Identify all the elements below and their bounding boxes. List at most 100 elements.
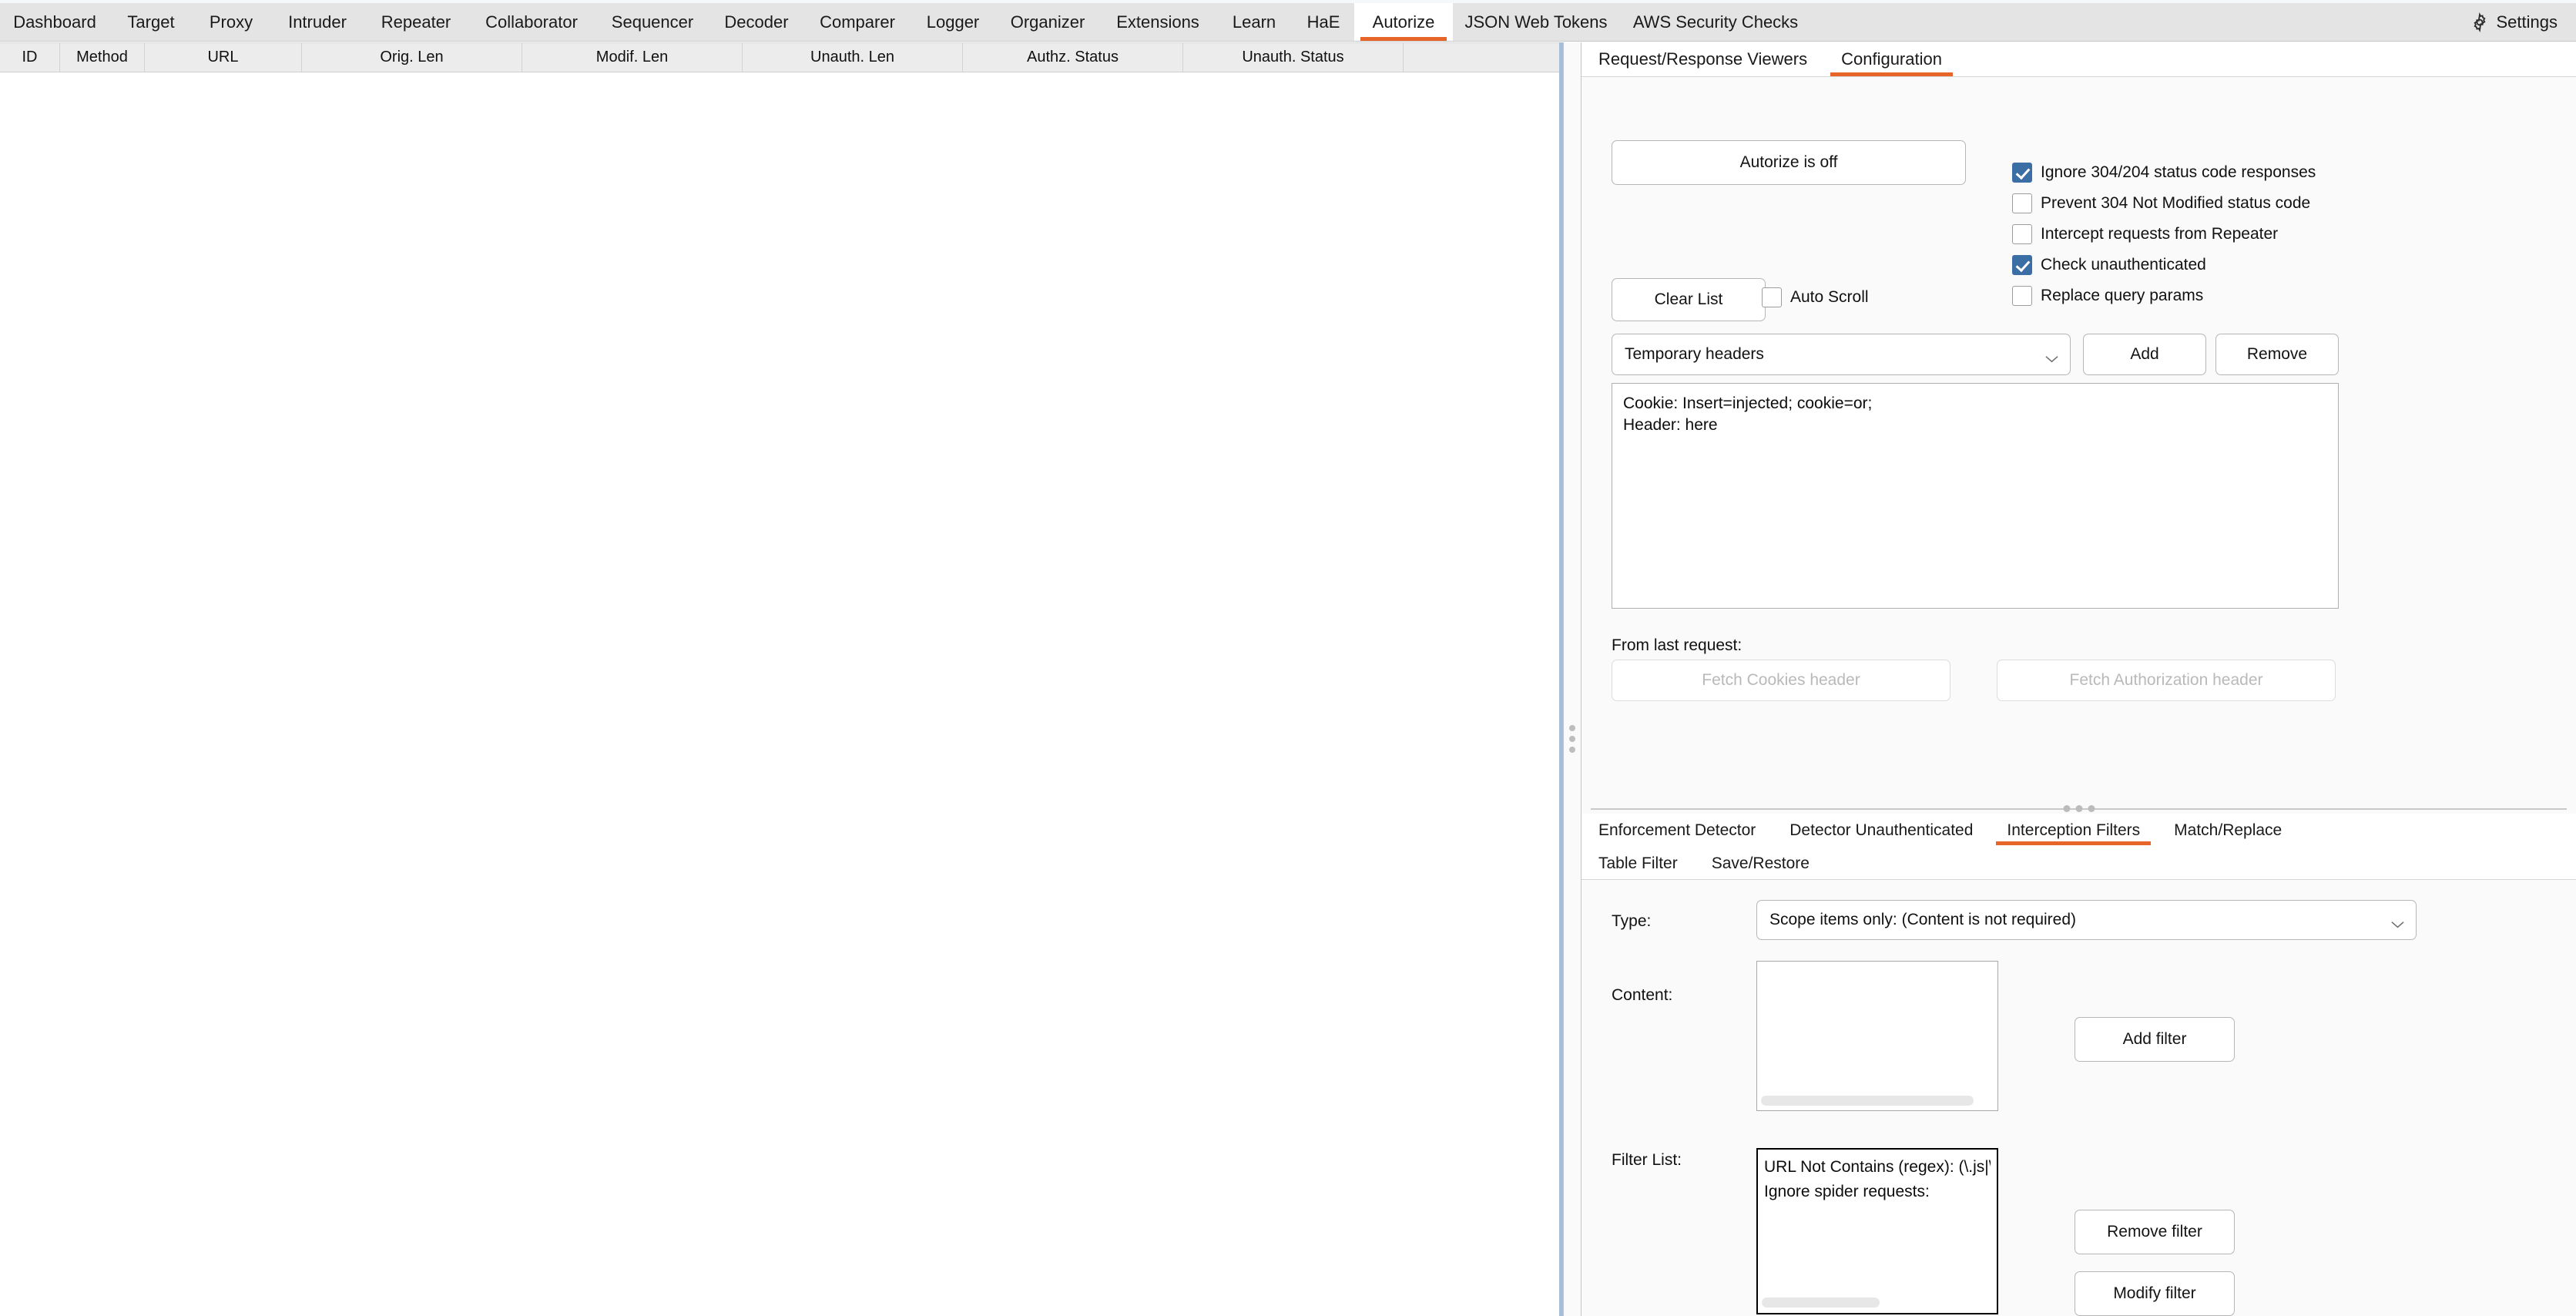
option-label: Check unauthenticated	[2041, 256, 2206, 274]
option-label: Prevent 304 Not Modified status code	[2041, 194, 2310, 213]
type-label: Type:	[1612, 912, 1651, 931]
sub-tab-configuration[interactable]: Configuration	[1824, 42, 1959, 76]
lower-tab-match-replace[interactable]: Match/Replace	[2157, 814, 2299, 847]
option-checkbox-row[interactable]: Intercept requests from Repeater	[2012, 224, 2316, 244]
table-column-header-label: Orig. Len	[380, 49, 443, 66]
table-column-header[interactable]: Modif. Len	[522, 43, 743, 72]
main-tab-learn[interactable]: Learn	[1216, 3, 1293, 41]
main-tab-label: Logger	[927, 12, 980, 32]
main-tab-decoder[interactable]: Decoder	[709, 3, 804, 41]
main-tab-sequencer[interactable]: Sequencer	[596, 3, 709, 41]
headers-type-selected: Temporary headers	[1625, 345, 1764, 364]
main-tab-label: Organizer	[1011, 12, 1085, 32]
table-column-header[interactable]: Unauth. Len	[743, 43, 963, 72]
table-column-header-label: Unauth. Len	[810, 49, 894, 66]
table-column-header[interactable]: Unauth. Status	[1183, 43, 1404, 72]
table-column-header[interactable]: URL	[145, 43, 302, 72]
content-horizontal-scrollbar[interactable]	[1761, 1096, 1974, 1106]
content-label: Content:	[1612, 986, 1672, 1005]
splitter-grip-icon	[1569, 725, 1575, 753]
main-tab-bar: Dashboard Target Proxy Intruder Repeater Coll…	[0, 3, 2576, 42]
filter-list-item[interactable]: URL Not Contains (regex): (\.js|\.css|\.…	[1764, 1155, 1991, 1180]
main-tab-repeater[interactable]: Repeater	[365, 3, 467, 41]
remove-filter-button[interactable]: Remove filter	[2075, 1210, 2235, 1254]
option-checkbox-row[interactable]: Prevent 304 Not Modified status code	[2012, 193, 2316, 213]
autorize-right-panel: Request/Response Viewers Configuration Au…	[1581, 42, 2576, 1316]
filter-list-horizontal-scrollbar[interactable]	[1762, 1298, 1880, 1308]
clear-list-button[interactable]: Clear List	[1612, 278, 1766, 321]
chevron-down-icon	[2044, 350, 2059, 359]
main-tab-dashboard[interactable]: Dashboard	[0, 3, 109, 41]
settings-label: Settings	[2497, 12, 2558, 32]
autorize-toggle-button[interactable]: Autorize is off	[1612, 140, 1966, 185]
main-tab-aws-security-checks[interactable]: AWS Security Checks	[1619, 3, 1812, 41]
add-header-button[interactable]: Add	[2083, 334, 2206, 375]
table-column-header-label: ID	[22, 49, 38, 66]
filter-type-selected: Scope items only: (Content is not requir…	[1769, 911, 2076, 929]
fetch-cookies-header-button[interactable]: Fetch Cookies header	[1612, 660, 1950, 701]
main-tab-label: Proxy	[210, 12, 253, 32]
main-tab-hae[interactable]: HaE	[1293, 3, 1354, 41]
main-tab-extensions[interactable]: Extensions	[1100, 3, 1216, 41]
table-column-header-label: Authz. Status	[1027, 49, 1119, 66]
auto-scroll-checkbox[interactable]	[1762, 287, 1782, 307]
option-checkbox[interactable]	[2012, 193, 2032, 213]
option-checkbox-row[interactable]: Ignore 304/204 status code responses	[2012, 163, 2316, 183]
main-tab-logger[interactable]: Logger	[911, 3, 995, 41]
results-table-body[interactable]	[0, 72, 1562, 1315]
autorize-sub-tab-bar: Request/Response Viewers Configuration	[1581, 42, 2576, 77]
fetch-authorization-header-button[interactable]: Fetch Authorization header	[1997, 660, 2336, 701]
lower-tab-interception-filters[interactable]: Interception Filters	[1990, 814, 2157, 847]
main-tab-collaborator[interactable]: Collaborator	[467, 3, 596, 41]
filter-list-box[interactable]: URL Not Contains (regex): (\.js|\.css|\.…	[1756, 1148, 1998, 1314]
lower-tab-label: Enforcement Detector	[1598, 821, 1756, 840]
table-column-header[interactable]: Method	[60, 43, 145, 72]
filter-content-textarea[interactable]	[1756, 961, 1998, 1111]
from-last-request-label: From last request:	[1612, 636, 1742, 655]
main-tab-comparer[interactable]: Comparer	[804, 3, 911, 41]
table-column-header[interactable]: ID	[0, 43, 60, 72]
main-tab-intruder[interactable]: Intruder	[270, 3, 365, 41]
auto-scroll-checkbox-row[interactable]: Auto Scroll	[1762, 287, 1869, 307]
lower-tab-table-filter[interactable]: Table Filter	[1581, 847, 1695, 880]
main-tab-label: Comparer	[820, 12, 895, 32]
vertical-splitter[interactable]	[1563, 42, 1581, 1316]
sub-tab-label: Request/Response Viewers	[1598, 49, 1807, 69]
main-tab-target[interactable]: Target	[109, 3, 193, 41]
option-checkbox-row[interactable]: Check unauthenticated	[2012, 255, 2316, 275]
headers-type-dropdown[interactable]: Temporary headers	[1612, 334, 2071, 375]
table-column-header[interactable]: Orig. Len	[302, 43, 522, 72]
main-tab-label: Decoder	[724, 12, 788, 32]
main-tab-json-web-tokens[interactable]: JSON Web Tokens	[1453, 3, 1619, 41]
lower-tab-save-restore[interactable]: Save/Restore	[1695, 847, 1826, 880]
sub-tab-request-response-viewers[interactable]: Request/Response Viewers	[1581, 42, 1824, 76]
modify-filter-button[interactable]: Modify filter	[2075, 1271, 2235, 1316]
auto-scroll-label: Auto Scroll	[1790, 288, 1869, 307]
main-tab-proxy[interactable]: Proxy	[193, 3, 270, 41]
table-column-header-label: URL	[207, 49, 238, 66]
option-checkbox[interactable]	[2012, 255, 2032, 275]
table-column-header[interactable]: Authz. Status	[963, 43, 1183, 72]
option-checkbox[interactable]	[2012, 163, 2032, 183]
filter-list-item[interactable]: Ignore spider requests:	[1764, 1180, 1991, 1204]
main-tab-label: AWS Security Checks	[1633, 12, 1798, 32]
horizontal-splitter[interactable]	[1581, 804, 2576, 814]
main-tab-label: Repeater	[381, 12, 451, 32]
add-filter-button[interactable]: Add filter	[2075, 1017, 2235, 1062]
main-tab-label: Dashboard	[13, 12, 96, 32]
tab-bar-spacer	[1812, 3, 2462, 41]
main-tab-autorize[interactable]: Autorize	[1354, 3, 1453, 41]
remove-header-button[interactable]: Remove	[2215, 334, 2339, 375]
filter-type-dropdown[interactable]: Scope items only: (Content is not requir…	[1756, 900, 2417, 940]
results-table-header: ID Method URL Orig. Len Modif. Len Unauth. Le…	[0, 42, 1562, 72]
option-checkbox[interactable]	[2012, 286, 2032, 306]
main-tab-organizer[interactable]: Organizer	[995, 3, 1100, 41]
settings-button[interactable]: Settings	[2462, 3, 2576, 41]
option-checkbox[interactable]	[2012, 224, 2032, 244]
option-checkbox-row[interactable]: Replace query params	[2012, 286, 2316, 306]
option-label: Ignore 304/204 status code responses	[2041, 163, 2316, 182]
headers-textarea[interactable]: Cookie: Insert=injected; cookie=or; Head…	[1612, 383, 2339, 609]
lower-tab-detector-unauthenticated[interactable]: Detector Unauthenticated	[1773, 814, 1990, 847]
lower-tab-enforcement-detector[interactable]: Enforcement Detector	[1581, 814, 1773, 847]
main-tab-label: Extensions	[1116, 12, 1199, 32]
